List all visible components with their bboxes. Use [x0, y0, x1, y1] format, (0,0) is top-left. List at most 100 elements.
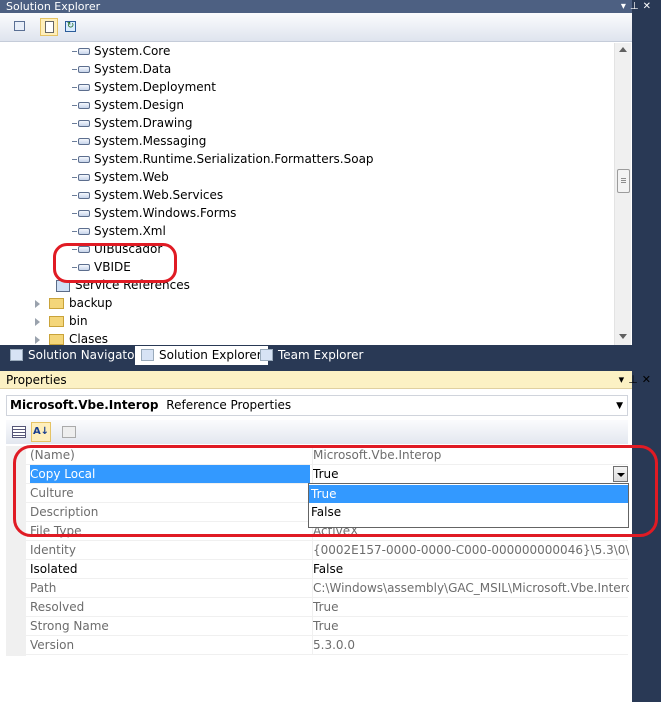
reference-icon [78, 102, 90, 109]
tree-item-label: System.Runtime.Serialization.Formatters.… [94, 152, 374, 166]
property-value: 5.3.0.0 [312, 636, 629, 654]
show-all-files-icon [45, 21, 54, 33]
annotation-circle-vbide [53, 243, 177, 283]
property-name: Isolated [30, 562, 78, 576]
tree-item-folder[interactable]: backup [35, 294, 112, 312]
tree-item-reference[interactable]: System.Web.Services [72, 186, 223, 204]
property-name: Resolved [30, 600, 85, 614]
property-pages-button[interactable] [59, 422, 79, 442]
tree-item-reference[interactable]: System.Xml [72, 222, 166, 240]
scrollbar-thumb[interactable] [617, 169, 630, 193]
chevron-down-icon[interactable]: ▼ [616, 400, 623, 412]
tree-item-reference[interactable]: System.Drawing [72, 114, 192, 132]
tree-item-reference[interactable]: System.Runtime.Serialization.Formatters.… [72, 150, 374, 168]
grip-line [621, 182, 626, 183]
tab-solution-explorer[interactable]: Solution Explorer [135, 346, 268, 365]
object-selector[interactable]: Microsoft.Vbe.Interop Reference Properti… [6, 395, 628, 416]
refresh-button[interactable]: ↻ [62, 18, 80, 36]
expand-arrow-icon[interactable] [35, 299, 40, 308]
tree-item-label: System.Design [94, 98, 184, 112]
navigator-icon [10, 349, 23, 361]
tree-item-label: System.Messaging [94, 134, 207, 148]
tree-line [72, 177, 77, 178]
team-explorer-icon [260, 349, 273, 361]
close-icon[interactable]: ✕ [643, 1, 655, 12]
tree-line [72, 105, 77, 106]
tree-line [72, 123, 77, 124]
solution-explorer-title: Solution Explorer [0, 0, 632, 13]
solution-explorer-toolbar: ↻ [0, 13, 632, 42]
tree-line [72, 231, 77, 232]
close-icon[interactable]: ✕ [642, 373, 655, 386]
property-row-path[interactable]: Path C:\Windows\assembly\GAC_MSIL\Microso… [26, 579, 629, 598]
tree-item-reference[interactable]: System.Design [72, 96, 184, 114]
tree-item-reference[interactable]: System.Deployment [72, 78, 216, 96]
property-row-strong-name[interactable]: Strong Name True [26, 617, 628, 636]
properties-icon [14, 21, 25, 31]
property-row-version[interactable]: Version 5.3.0.0 [26, 636, 628, 655]
tree-item-folder[interactable]: Clases [35, 330, 108, 345]
property-row-resolved[interactable]: Resolved True [26, 598, 628, 617]
tree-line [72, 51, 77, 52]
reference-icon [78, 84, 90, 91]
tree-item-reference[interactable]: System.Core [72, 43, 170, 60]
tree-item-reference[interactable]: System.Windows.Forms [72, 204, 236, 222]
tree-line [72, 195, 77, 196]
reference-icon [78, 156, 90, 163]
reference-icon [78, 210, 90, 217]
grip-line [621, 178, 626, 179]
properties-toolbar: A↓ [6, 420, 628, 444]
properties-button[interactable] [11, 18, 29, 36]
categorized-button[interactable] [9, 422, 29, 442]
tree-item-label: Clases [69, 332, 108, 345]
property-value: True [312, 617, 629, 635]
property-name: Version [30, 638, 75, 652]
tree-item-label: System.Data [94, 62, 172, 76]
tab-team-explorer[interactable]: Team Explorer [254, 346, 364, 365]
property-name: Path [30, 581, 57, 595]
tool-window-tabbar: Solution Navigator Solution Explorer Tea… [0, 345, 632, 366]
solution-tree: System.Core System.Data System.Deploymen… [0, 43, 614, 345]
pin-icon[interactable]: ⊥ [630, 1, 643, 12]
property-row-isolated[interactable]: Isolated False [26, 560, 628, 579]
tree-item-reference[interactable]: System.Web [72, 168, 169, 186]
annotation-circle-copy-local [13, 445, 658, 537]
tree-line [72, 69, 77, 70]
property-description-area [6, 656, 628, 702]
solution-tree-scrollbar[interactable] [614, 43, 631, 345]
tree-item-folder[interactable]: bin [35, 312, 88, 330]
tree-item-reference[interactable]: System.Messaging [72, 132, 206, 150]
solution-explorer-icon [141, 349, 154, 361]
dropdown-icon[interactable]: ▾ [619, 373, 629, 386]
property-row-identity[interactable]: Identity {0002E157-0000-0000-C000-0000000… [26, 541, 629, 560]
property-name: Identity [30, 543, 76, 557]
reference-icon [78, 48, 90, 55]
solution-explorer-window-buttons: ▾⊥✕ [621, 0, 655, 13]
folder-icon [49, 298, 64, 309]
tree-item-label: System.Core [94, 44, 171, 58]
pin-icon[interactable]: ⊥ [628, 373, 642, 386]
expand-arrow-icon[interactable] [35, 335, 40, 344]
tree-item-label: System.Web.Services [94, 188, 224, 202]
tree-item-label: System.Xml [94, 224, 166, 238]
scroll-up-icon[interactable] [619, 47, 627, 52]
folder-icon [49, 316, 64, 327]
reference-icon [78, 120, 90, 127]
tree-item-label: bin [69, 314, 88, 328]
properties-title: Properties [0, 371, 632, 389]
object-name: Microsoft.Vbe.Interop [10, 398, 159, 412]
expand-arrow-icon[interactable] [35, 317, 40, 326]
grip-line [621, 180, 626, 181]
reference-icon [78, 138, 90, 145]
tree-item-reference[interactable]: System.Data [72, 60, 171, 78]
tree-line [72, 213, 77, 214]
tree-line [72, 87, 77, 88]
refresh-icon: ↻ [65, 21, 76, 32]
dropdown-icon[interactable]: ▾ [621, 1, 630, 12]
scroll-down-icon[interactable] [619, 334, 627, 339]
show-all-files-button[interactable] [40, 18, 58, 36]
object-type: Reference Properties [166, 398, 292, 412]
alphabetical-button[interactable]: A↓ [31, 422, 51, 442]
alphabetical-icon: A↓ [32, 426, 50, 437]
tab-solution-navigator[interactable]: Solution Navigator [4, 346, 139, 365]
